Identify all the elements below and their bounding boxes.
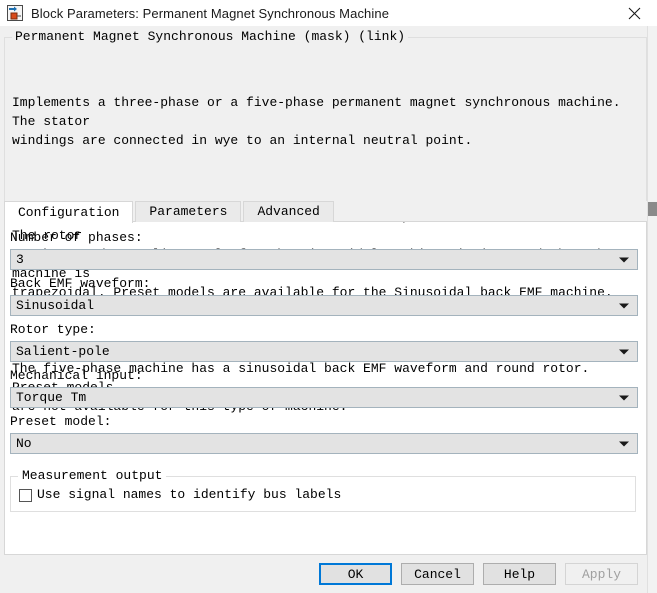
use-signal-names-checkbox-row[interactable]: Use signal names to identify bus labels	[19, 487, 341, 503]
tab-parameters[interactable]: Parameters	[135, 201, 242, 222]
description-title: Permanent Magnet Synchronous Machine (ma…	[12, 29, 409, 45]
close-icon[interactable]	[612, 0, 657, 26]
mechanical-input-dropdown[interactable]: Torque Tm	[10, 387, 638, 408]
tab-label: Configuration	[18, 205, 120, 220]
chevron-down-icon	[619, 395, 629, 400]
chevron-down-icon	[619, 349, 629, 354]
description-groupbox: Permanent Magnet Synchronous Machine (ma…	[4, 29, 647, 414]
button-label: Cancel	[414, 566, 461, 582]
measurement-output-groupbox: Measurement output Use signal names to i…	[10, 468, 636, 512]
dialog-button-bar: OK Cancel Help Apply	[0, 555, 657, 593]
vertical-scrollbar[interactable]	[647, 26, 657, 593]
dropdown-value: No	[16, 436, 32, 451]
dropdown-value: 3	[16, 252, 24, 267]
simulink-block-icon	[7, 5, 23, 21]
chevron-down-icon	[619, 303, 629, 308]
measurement-group-title: Measurement output	[18, 468, 167, 484]
button-label: OK	[347, 566, 364, 582]
tab-label: Parameters	[149, 204, 228, 219]
title-bar: Block Parameters: Permanent Magnet Synch…	[0, 0, 657, 26]
chevron-down-icon	[619, 257, 629, 262]
tab-strip: Configuration Parameters Advanced	[4, 201, 647, 223]
tab-label: Advanced	[257, 204, 320, 219]
tab-advanced[interactable]: Advanced	[243, 201, 334, 222]
checkbox-label: Use signal names to identify bus labels	[37, 487, 342, 502]
use-signal-names-checkbox[interactable]	[19, 488, 32, 502]
preset-model-dropdown[interactable]: No	[10, 433, 638, 454]
help-button[interactable]: Help	[483, 563, 556, 585]
dropdown-value: Sinusoidal	[16, 298, 95, 313]
number-of-phases-dropdown[interactable]: 3	[10, 249, 638, 270]
apply-button: Apply	[565, 563, 638, 585]
chevron-down-icon	[619, 441, 629, 446]
block-parameters-dialog: Block Parameters: Permanent Magnet Synch…	[0, 0, 657, 593]
button-label: Apply	[581, 566, 621, 582]
button-label: Help	[503, 566, 536, 582]
back-emf-waveform-dropdown[interactable]: Sinusoidal	[10, 295, 638, 316]
description-paragraph: Implements a three-phase or a five-phase…	[12, 95, 621, 148]
cancel-button[interactable]: Cancel	[401, 563, 474, 585]
ok-button[interactable]: OK	[319, 563, 392, 585]
scrollbar-thumb[interactable]	[648, 202, 657, 216]
tab-configuration[interactable]: Configuration	[4, 201, 134, 223]
dropdown-value: Torque Tm	[16, 390, 87, 405]
rotor-type-dropdown[interactable]: Salient-pole	[10, 341, 638, 362]
window-title: Block Parameters: Permanent Magnet Synch…	[31, 5, 390, 21]
dropdown-value: Salient-pole	[16, 344, 110, 359]
